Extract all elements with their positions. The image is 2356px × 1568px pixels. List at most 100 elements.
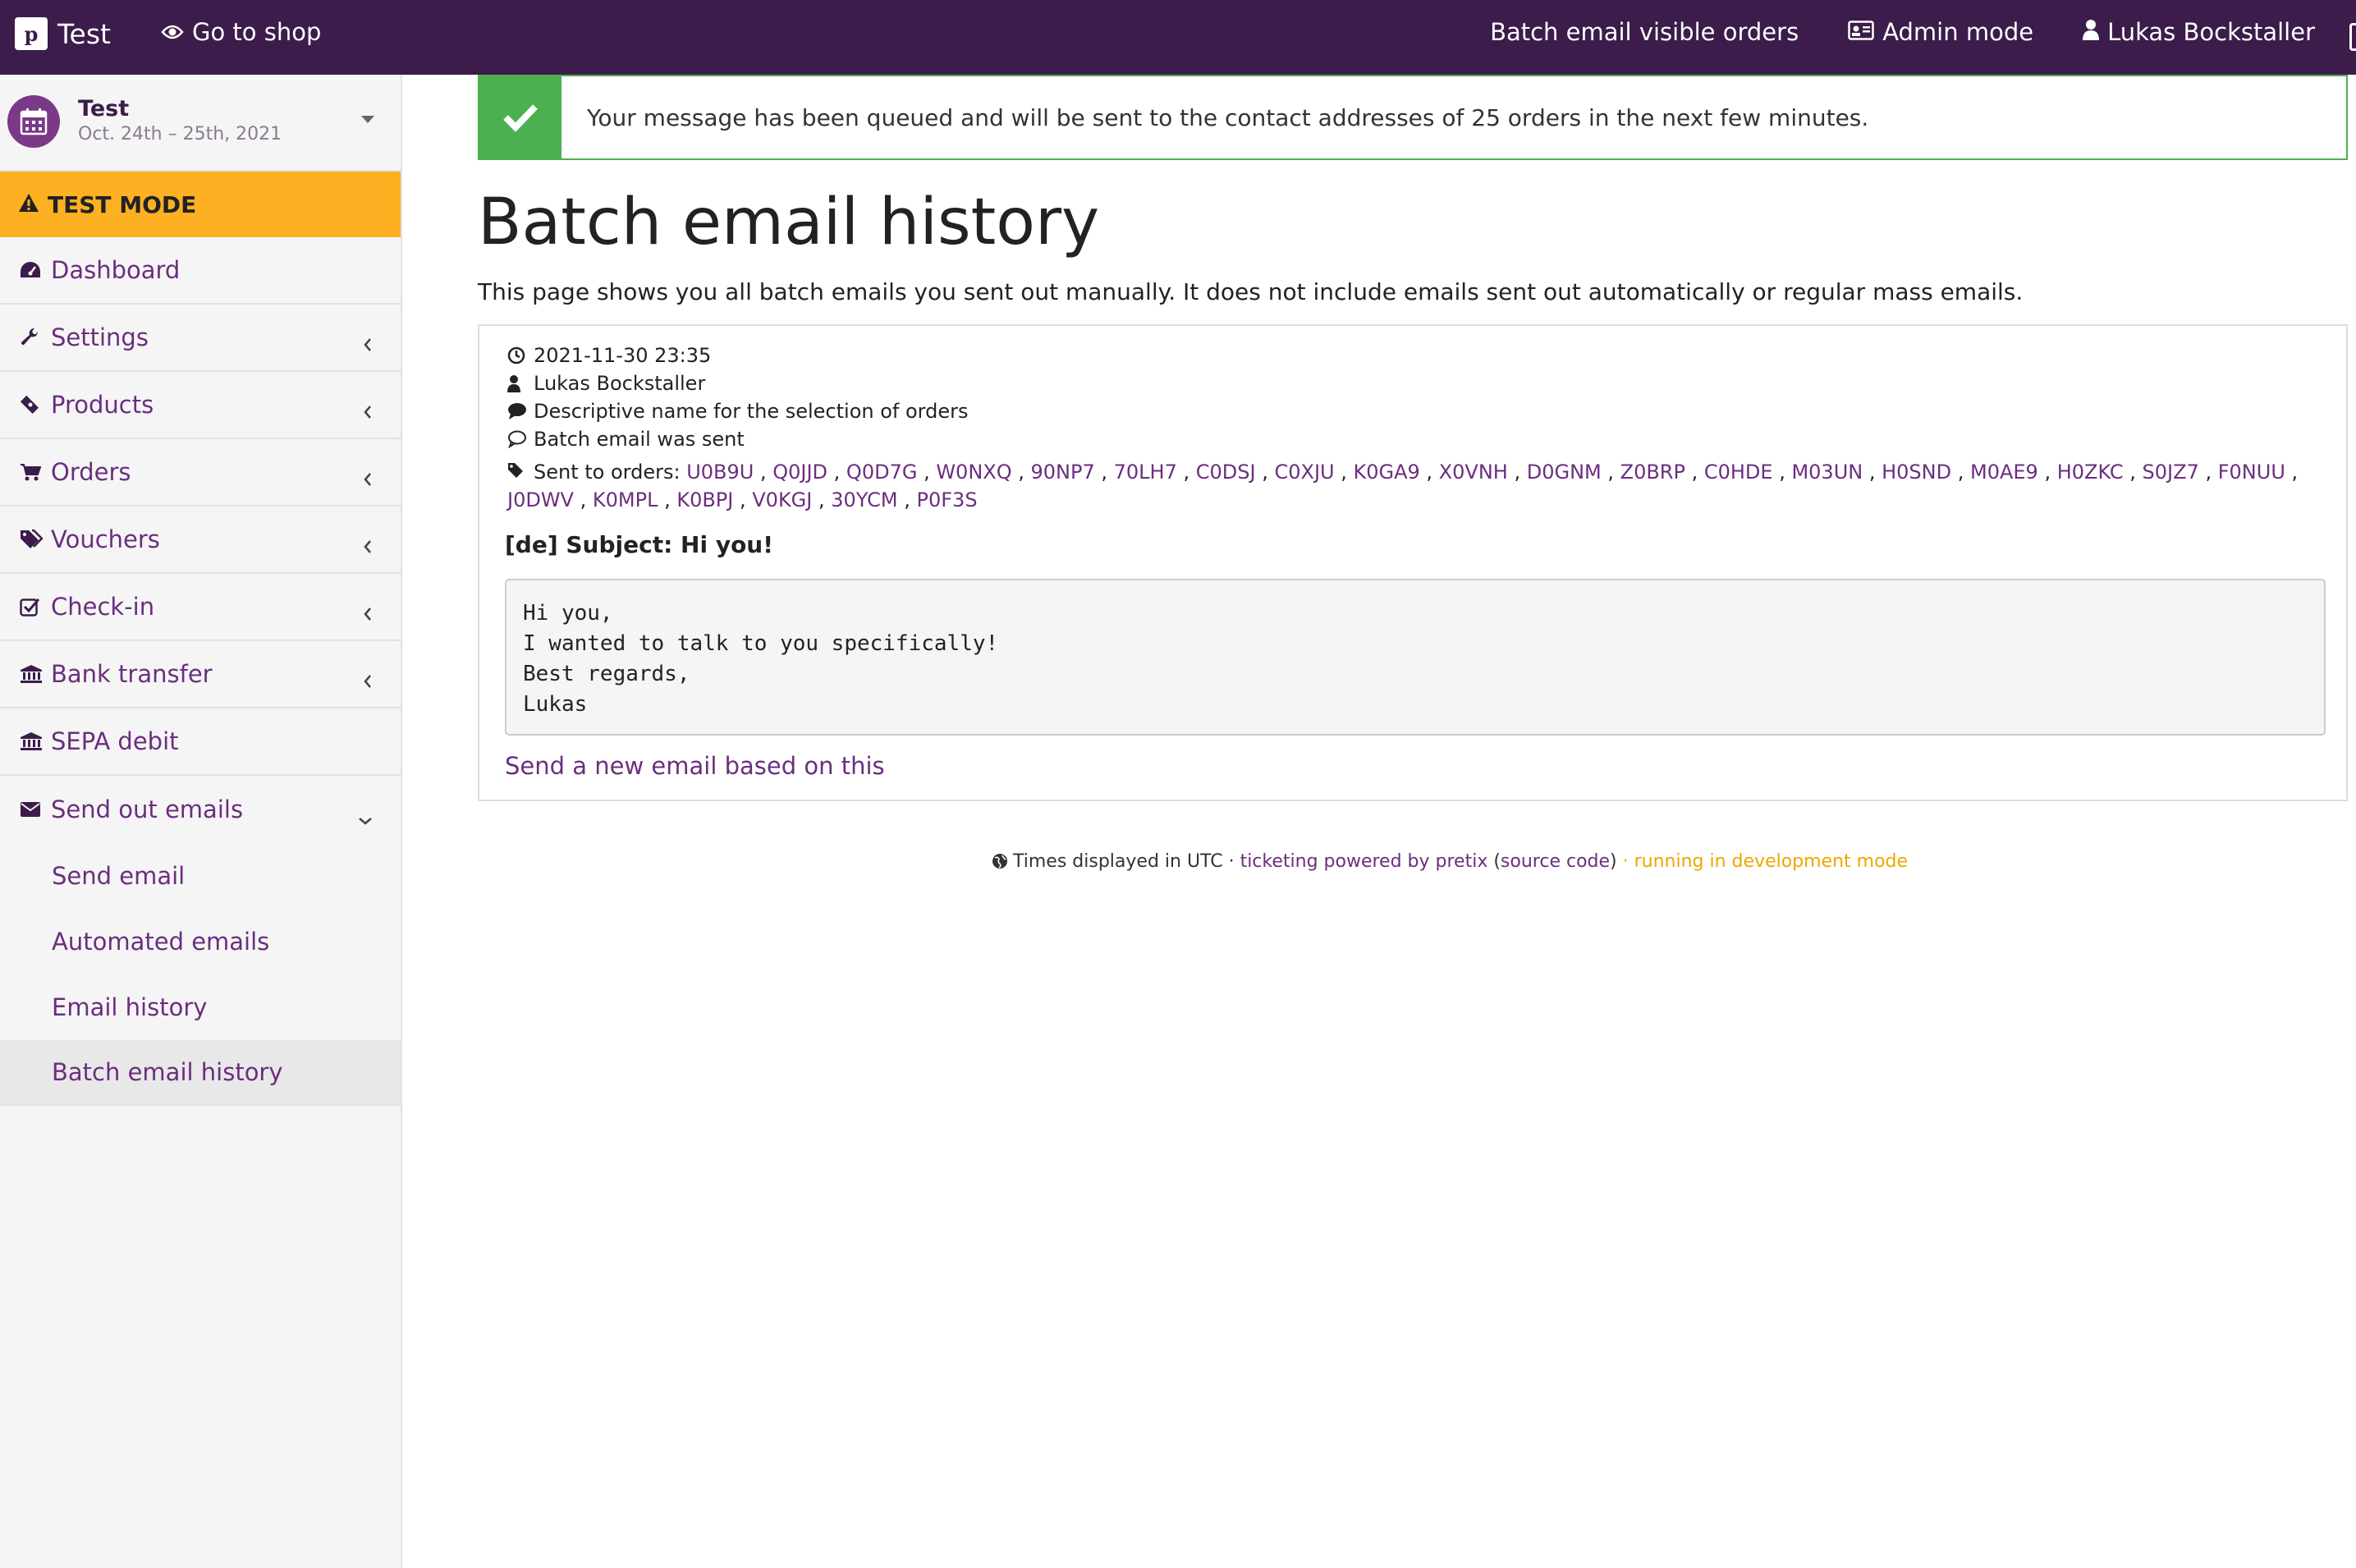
footer-separator: · xyxy=(1616,851,1634,872)
order-link[interactable]: Q0D7G xyxy=(846,461,918,484)
order-link[interactable]: K0GA9 xyxy=(1354,461,1420,484)
brand-link[interactable]: p Test xyxy=(15,15,111,53)
user-icon xyxy=(2083,18,2100,46)
order-separator: , xyxy=(812,488,832,511)
order-separator: , xyxy=(897,488,917,511)
chevron-left-icon xyxy=(363,532,373,560)
sidebar-item-check-in[interactable]: Check-in xyxy=(0,574,401,641)
chevron-left-icon xyxy=(363,465,373,493)
order-link[interactable]: 90NP7 xyxy=(1031,461,1095,484)
sidebar-item-label: Products xyxy=(51,391,154,419)
order-separator: , xyxy=(1507,461,1527,484)
order-link[interactable]: 70LH7 xyxy=(1114,461,1177,484)
sidebar-item-dashboard[interactable]: Dashboard xyxy=(0,237,401,305)
entry-selection-name: Descriptive name for the selection of or… xyxy=(534,400,969,423)
order-link[interactable]: M03UN xyxy=(1791,461,1863,484)
order-link[interactable]: U0B9U xyxy=(686,461,754,484)
footer-separator: · xyxy=(1222,851,1240,872)
signout-icon[interactable] xyxy=(2349,23,2356,51)
sidebar-item-label: Check-in xyxy=(51,593,155,621)
sidebar-subitem-label: Batch email history xyxy=(52,1058,283,1086)
order-separator: , xyxy=(1255,461,1275,484)
sidebar-item-label: Send out emails xyxy=(51,795,244,823)
go-to-shop-label: Go to shop xyxy=(192,18,322,46)
go-to-shop-link[interactable]: Go to shop xyxy=(161,18,321,46)
order-links: U0B9U , Q0JJD , Q0D7G , W0NXQ , 90NP7 , … xyxy=(507,461,2298,511)
sidebar-item-label: Vouchers xyxy=(51,525,160,553)
chevron-down-icon xyxy=(358,804,373,832)
success-alert: Your message has been queued and will be… xyxy=(478,75,2348,160)
send-new-email-link[interactable]: Send a new email based on this xyxy=(505,752,885,780)
sidebar-item-vouchers[interactable]: Vouchers xyxy=(0,507,401,574)
page-title: Batch email history xyxy=(478,186,1100,259)
order-link[interactable]: J0DWV xyxy=(507,488,574,511)
order-link[interactable]: Q0JJD xyxy=(772,461,827,484)
order-link[interactable]: P0F3S xyxy=(917,488,978,511)
tag-icon xyxy=(507,458,534,486)
sidebar-item-settings[interactable]: Settings xyxy=(0,305,401,372)
order-link[interactable]: V0KGJ xyxy=(752,488,812,511)
source-code-link[interactable]: source code xyxy=(1501,851,1610,872)
email-subject: [de] Subject: Hi you! xyxy=(505,531,774,558)
user-menu-link[interactable]: Lukas Bockstaller xyxy=(2083,18,2315,46)
wrench-icon xyxy=(20,328,51,347)
order-separator: , xyxy=(2285,461,2299,484)
order-link[interactable]: W0NXQ xyxy=(936,461,1011,484)
order-link[interactable]: M0AE9 xyxy=(1970,461,2038,484)
dev-mode-note: running in development mode xyxy=(1634,851,1909,872)
sidebar-subitem-automated-emails[interactable]: Automated emails xyxy=(0,909,401,974)
entry-user: Lukas Bockstaller xyxy=(534,372,706,395)
sidebar-item-label: Orders xyxy=(51,458,131,486)
sidebar-subitem-email-history[interactable]: Email history xyxy=(0,974,401,1040)
comment-icon xyxy=(507,402,534,420)
order-separator: , xyxy=(1601,461,1620,484)
user-icon xyxy=(507,374,534,392)
clock-icon xyxy=(507,346,534,364)
entry-datetime: 2021-11-30 23:35 xyxy=(534,344,712,367)
order-separator: , xyxy=(1772,461,1792,484)
powered-by-link[interactable]: ticketing powered by pretix xyxy=(1240,851,1488,872)
order-link[interactable]: C0XJU xyxy=(1274,461,1334,484)
sidebar-subitem-send-email[interactable]: Send email xyxy=(0,843,401,909)
order-link[interactable]: X0VNH xyxy=(1439,461,1508,484)
sidebar-item-send-out-emails[interactable]: Send out emails xyxy=(0,776,401,843)
order-link[interactable]: K0MPL xyxy=(593,488,658,511)
batch-email-visible-orders-link[interactable]: Batch email visible orders xyxy=(1490,18,1799,46)
sidebar-subitem-label: Send email xyxy=(52,862,186,890)
sidebar-item-label: Bank transfer xyxy=(51,660,213,688)
sidebar-item-products[interactable]: Products xyxy=(0,372,401,439)
order-separator: , xyxy=(658,488,677,511)
globe-icon xyxy=(992,853,1008,874)
sidebar-item-label: Settings xyxy=(51,323,149,351)
sidebar-subitem-batch-email-history[interactable]: Batch email history xyxy=(0,1040,401,1106)
sent-to-orders: Sent to orders: U0B9U , Q0JJD , Q0D7G , … xyxy=(507,458,2322,514)
order-link[interactable]: H0SND xyxy=(1882,461,1951,484)
admin-mode-link[interactable]: Admin mode xyxy=(1848,18,2033,46)
order-separator: , xyxy=(754,461,773,484)
order-separator: , xyxy=(1011,461,1031,484)
sidebar-item-bank-transfer[interactable]: Bank transfer xyxy=(0,641,401,708)
footer-paren: ) xyxy=(1610,851,1617,872)
order-link[interactable]: C0DSJ xyxy=(1196,461,1256,484)
order-link[interactable]: S0JZ7 xyxy=(2143,461,2199,484)
test-mode-banner[interactable]: TEST MODE xyxy=(0,172,401,237)
order-link[interactable]: H0ZKC xyxy=(2057,461,2124,484)
cart-icon xyxy=(20,463,51,481)
order-link[interactable]: C0HDE xyxy=(1704,461,1773,484)
checkmark-icon xyxy=(479,76,561,158)
order-link[interactable]: 30YCM xyxy=(831,488,897,511)
event-selector[interactable]: Test Oct. 24th – 25th, 2021 xyxy=(0,75,401,172)
order-link[interactable]: K0BPJ xyxy=(676,488,733,511)
order-link[interactable]: Z0BRP xyxy=(1620,461,1685,484)
alert-message: Your message has been queued and will be… xyxy=(587,104,1869,131)
order-link[interactable]: D0GNM xyxy=(1527,461,1602,484)
chevron-left-icon xyxy=(363,397,373,425)
sidebar-item-sepa-debit[interactable]: SEPA debit xyxy=(0,708,401,776)
order-separator: , xyxy=(1334,461,1354,484)
order-link[interactable]: F0NUU xyxy=(2218,461,2285,484)
sidebar-item-orders[interactable]: Orders xyxy=(0,439,401,507)
bank-icon xyxy=(20,731,51,751)
order-separator: , xyxy=(1863,461,1882,484)
batch-email-entry: 2021-11-30 23:35 Lukas Bockstaller Descr… xyxy=(478,324,2348,801)
chevron-left-icon xyxy=(363,667,373,695)
